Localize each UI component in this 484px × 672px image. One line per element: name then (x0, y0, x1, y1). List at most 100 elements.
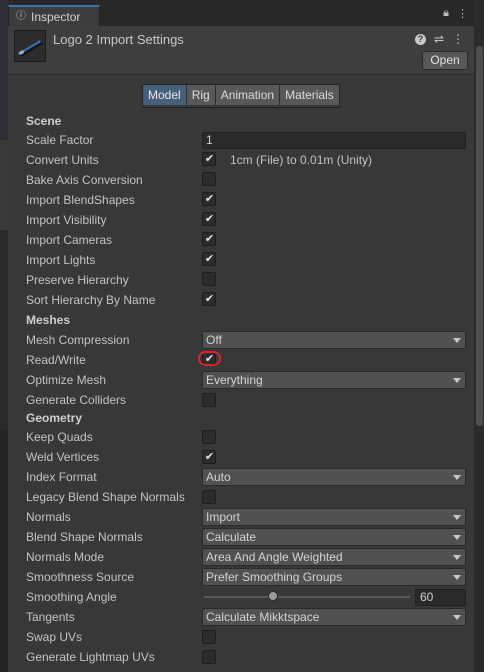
open-button[interactable]: Open (422, 51, 468, 70)
tab-bar: ⓘ Inspector 🔒︎ ⋮ (8, 0, 474, 27)
weld-vertices-label: Weld Vertices (26, 450, 100, 464)
model-thumbnail (14, 30, 46, 62)
import-lights-label: Import Lights (26, 253, 96, 267)
dropdown-value: Prefer Smoothing Groups (206, 570, 343, 584)
tab-label: Inspector (31, 10, 81, 24)
dropdown-value: Calculate (206, 530, 257, 544)
asset-title: Logo 2 Import Settings (53, 32, 184, 47)
swap-uvs-checkbox[interactable] (202, 630, 216, 644)
keep-quads-checkbox[interactable] (202, 430, 216, 444)
import-blendshapes-checkbox[interactable]: ✔ (202, 192, 216, 206)
tangents-label: Tangents (26, 610, 75, 624)
tab-tools: 🔒︎ ⋮ (443, 7, 468, 21)
chevron-down-icon (453, 575, 461, 580)
tab-rig[interactable]: Rig (186, 85, 216, 105)
import-cameras-checkbox[interactable]: ✔ (202, 232, 216, 246)
import-cameras-label: Import Cameras (26, 233, 113, 247)
bake-axis-checkbox[interactable] (202, 172, 216, 186)
import-lights-checkbox[interactable]: ✔ (202, 252, 216, 266)
tab-materials[interactable]: Materials (280, 85, 339, 105)
lightmap-uvs-checkbox[interactable] (202, 650, 216, 664)
legacy-blend-label: Legacy Blend Shape Normals (26, 490, 185, 504)
section-meshes: Meshes (26, 313, 71, 327)
dropdown-value: Off (206, 333, 222, 347)
index-format-dropdown[interactable]: Auto (202, 468, 466, 486)
check-icon: ✔ (204, 213, 215, 225)
header-icons: ? ⇌ ⋮ (414, 32, 464, 46)
import-visibility-checkbox[interactable]: ✔ (202, 212, 216, 226)
scale-factor-input[interactable]: 1 (202, 132, 466, 149)
chevron-down-icon (453, 555, 461, 560)
help-icon[interactable]: ? (414, 33, 426, 45)
scale-factor-label: Scale Factor (26, 133, 94, 147)
chevron-down-icon (453, 535, 461, 540)
check-icon: ✔ (204, 253, 215, 265)
keep-quads-label: Keep Quads (26, 430, 93, 444)
scrollbar[interactable] (474, 0, 484, 672)
section-scene: Scene (26, 114, 62, 128)
dropdown-value: Area And Angle Weighted (206, 550, 343, 564)
tab-inspector[interactable]: ⓘ Inspector (8, 5, 100, 27)
slider-handle[interactable] (267, 591, 278, 601)
mesh-compression-label: Mesh Compression (26, 333, 130, 347)
sort-hierarchy-checkbox[interactable]: ✔ (202, 292, 216, 306)
weld-vertices-checkbox[interactable]: ✔ (202, 450, 216, 464)
dropdown-value: Everything (206, 373, 263, 387)
convert-units-label: Convert Units (26, 153, 99, 167)
left-panel-edge (0, 0, 8, 672)
info-icon: ⓘ (16, 11, 26, 22)
smoothing-angle-slider[interactable] (204, 596, 410, 598)
normals-dropdown[interactable]: Import (202, 508, 466, 526)
convert-units-hint: 1cm (File) to 0.01m (Unity) (230, 153, 373, 167)
blend-shape-normals-label: Blend Shape Normals (26, 530, 143, 544)
tangents-dropdown[interactable]: Calculate Mikktspace (202, 608, 466, 626)
dropdown-value: Import (206, 510, 241, 524)
read-write-label: Read/Write (26, 353, 86, 367)
check-icon: ✔ (204, 233, 215, 245)
generate-colliders-label: Generate Colliders (26, 393, 127, 407)
chevron-down-icon (453, 378, 461, 383)
check-icon: ✔ (204, 451, 215, 463)
dropdown-value: Auto (206, 470, 231, 484)
normals-label: Normals (26, 510, 71, 524)
smoothing-angle-label: Smoothing Angle (26, 590, 117, 604)
section-geometry: Geometry (26, 411, 83, 425)
chevron-down-icon (453, 615, 461, 620)
chevron-down-icon (453, 338, 461, 343)
convert-units-checkbox[interactable]: ✔ (202, 152, 216, 166)
preset-icon[interactable]: ⇌ (434, 32, 444, 46)
chevron-down-icon (453, 515, 461, 520)
optimize-mesh-dropdown[interactable]: Everything (202, 371, 466, 389)
import-visibility-label: Import Visibility (26, 213, 107, 227)
tab-animation[interactable]: Animation (215, 85, 281, 105)
more-icon[interactable]: ⋮ (457, 7, 468, 21)
tab-model[interactable]: Model (143, 85, 187, 105)
normals-mode-label: Normals Mode (26, 550, 105, 564)
smoothness-source-label: Smoothness Source (26, 570, 135, 584)
optimize-mesh-label: Optimize Mesh (26, 373, 107, 387)
bake-axis-label: Bake Axis Conversion (26, 173, 143, 187)
check-icon: ✔ (204, 193, 215, 205)
smoothing-angle-input[interactable]: 60 (415, 589, 466, 606)
blend-shape-normals-dropdown[interactable]: Calculate (202, 528, 466, 546)
preserve-hierarchy-checkbox[interactable] (202, 272, 216, 286)
mesh-compression-dropdown[interactable]: Off (202, 331, 466, 349)
normals-mode-dropdown[interactable]: Area And Angle Weighted (202, 548, 466, 566)
index-format-label: Index Format (26, 470, 97, 484)
dropdown-value: Calculate Mikktspace (206, 610, 320, 624)
annotation-highlight (198, 351, 221, 366)
check-icon: ✔ (204, 293, 215, 305)
generate-colliders-checkbox[interactable] (202, 393, 216, 407)
legacy-blend-checkbox[interactable] (202, 490, 216, 504)
chevron-down-icon (453, 475, 461, 480)
lock-icon[interactable]: 🔒︎ (443, 7, 449, 21)
sort-hierarchy-label: Sort Hierarchy By Name (26, 293, 156, 307)
scrollbar-thumb[interactable] (476, 46, 483, 426)
inspector-header: Logo 2 Import Settings ? ⇌ ⋮ Open (8, 26, 474, 75)
smoothness-source-dropdown[interactable]: Prefer Smoothing Groups (202, 568, 466, 586)
import-tabs: Model Rig Animation Materials (142, 84, 340, 108)
more-icon[interactable]: ⋮ (452, 32, 464, 46)
preserve-hierarchy-label: Preserve Hierarchy (26, 273, 129, 287)
swap-uvs-label: Swap UVs (26, 630, 83, 644)
check-icon: ✔ (204, 153, 215, 165)
